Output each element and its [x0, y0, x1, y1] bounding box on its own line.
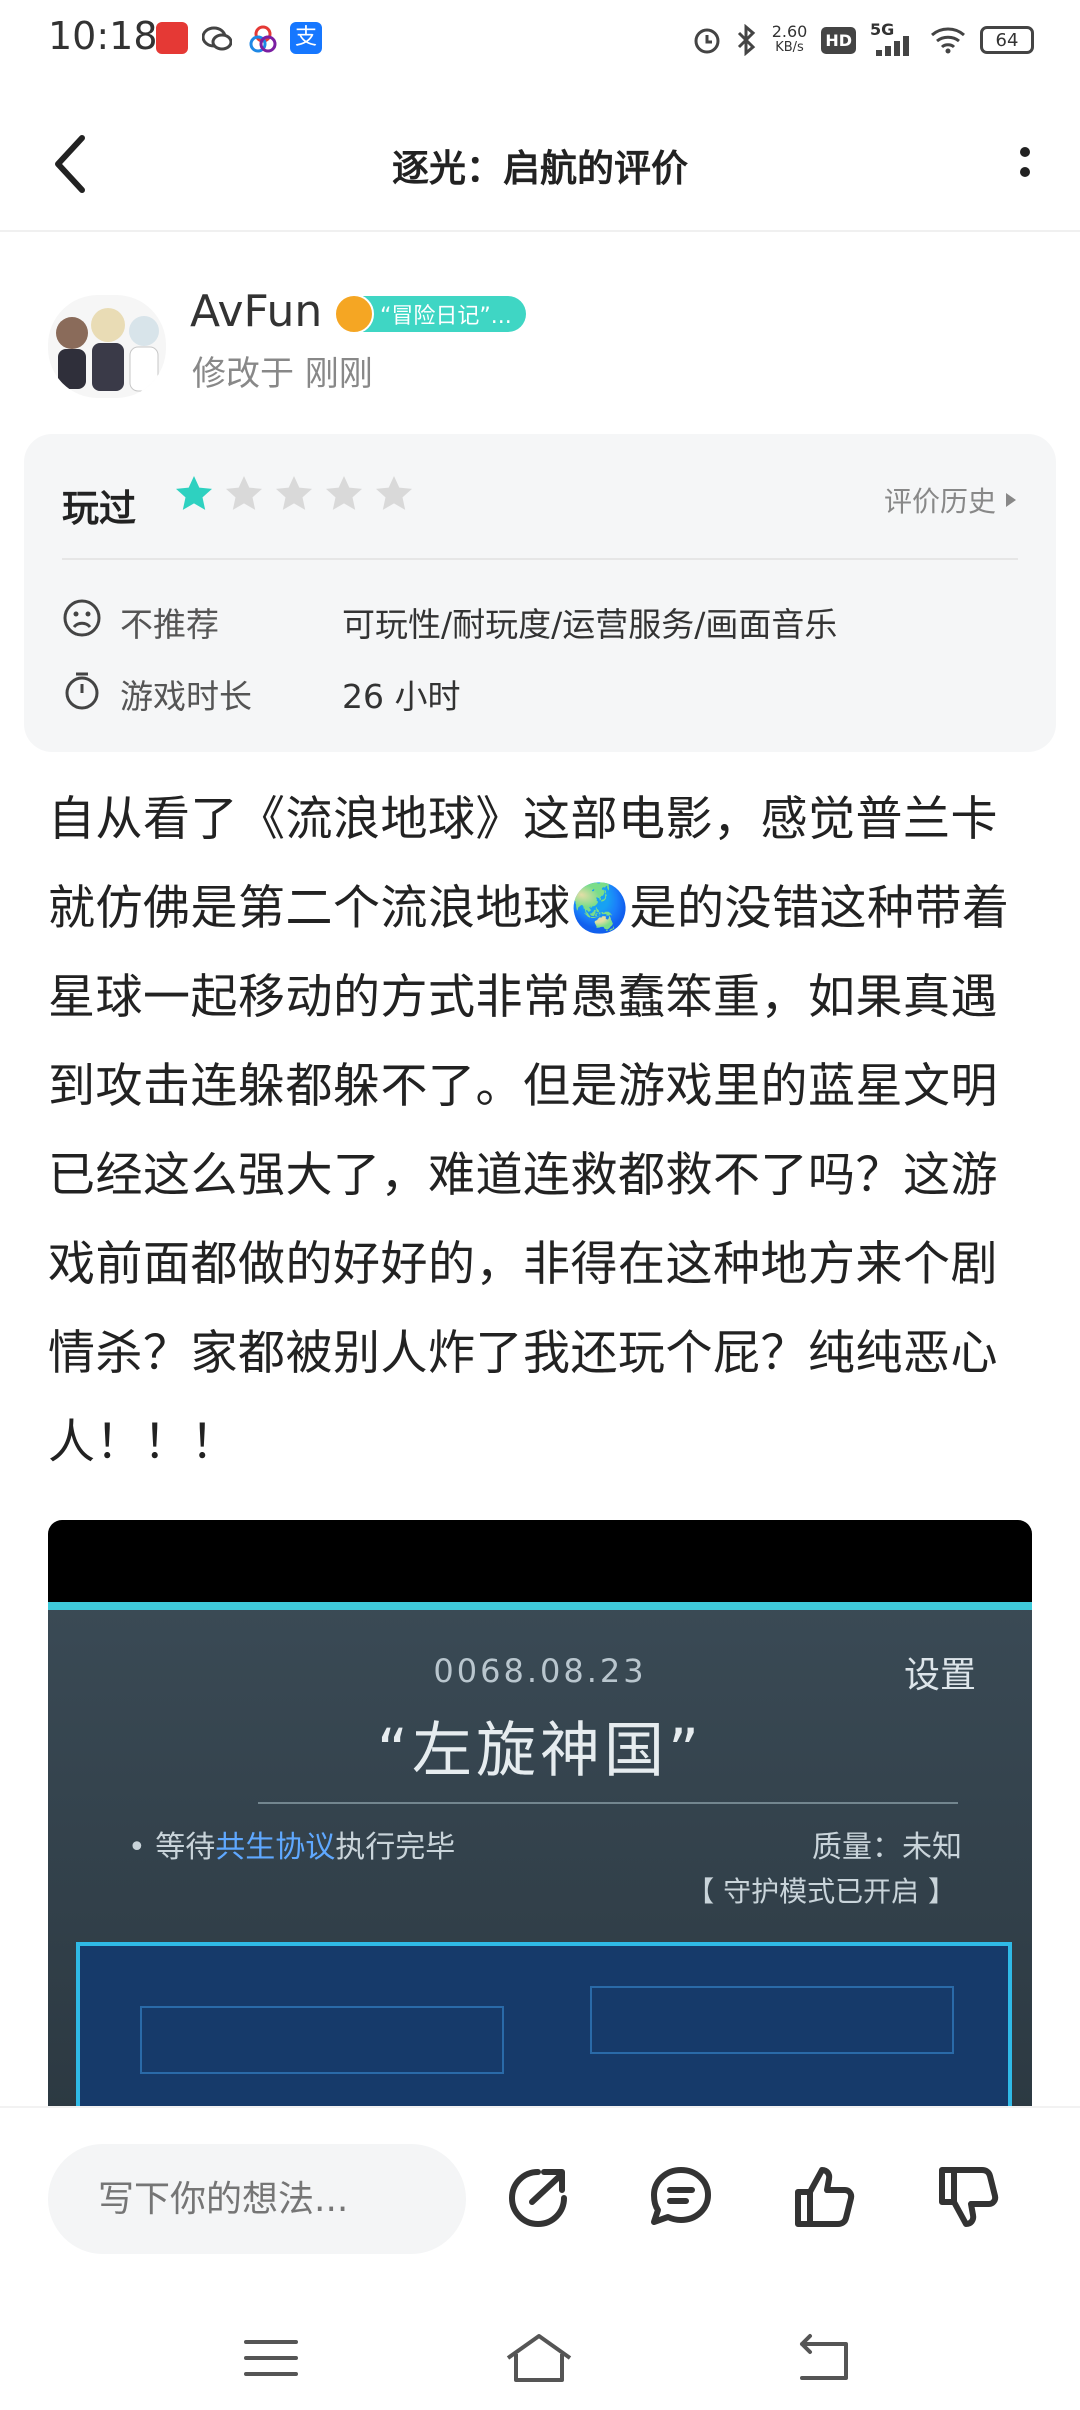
playtime-label: 游戏时长 — [120, 677, 252, 716]
battery-icon: 64 — [980, 26, 1034, 54]
comment-icon — [651, 2167, 711, 2225]
back-arrow-icon — [800, 2334, 848, 2380]
badge-label: “冒险日记”... — [380, 304, 512, 329]
page-title: 逐光：启航的评价 — [392, 147, 688, 190]
share-button[interactable] — [504, 2162, 574, 2232]
system-nav-bar — [0, 2304, 1080, 2404]
rating-card: 玩过 评价历史 不推荐 可玩性/耐玩度/运营服务/画面音乐 游戏时长 26 小时 — [24, 434, 1056, 752]
alarm-icon — [694, 28, 720, 54]
top-nav-bar: 逐光：启航的评价 — [0, 100, 1080, 232]
author-name[interactable]: AvFun — [190, 286, 322, 337]
star-empty-icon — [276, 476, 312, 510]
rating-history-label: 评价历史 — [883, 485, 996, 518]
status-bar: 10:18 支 2.60 KB/s HD 5G 64 — [0, 0, 1080, 80]
alipay-icon: 支 — [290, 22, 322, 54]
game-settings-label: 设置 — [903, 1655, 976, 1696]
modified-time: 修改于 刚刚 — [192, 354, 373, 394]
bottom-action-bar — [0, 2106, 1080, 2410]
sad-face-icon — [63, 599, 101, 637]
more-vertical-icon — [1020, 147, 1030, 177]
author-avatar[interactable] — [48, 295, 166, 398]
star-empty-icon — [376, 476, 412, 510]
recent-apps-button[interactable] — [236, 2330, 306, 2386]
recommend-label: 不推荐 — [120, 605, 219, 644]
comment-input[interactable] — [48, 2144, 466, 2254]
menu-icon — [244, 2340, 298, 2376]
review-screenshot[interactable]: 0068.08.23 设置 “左旋神国” • 等待共生协议执行完毕 质量：未知 … — [48, 1520, 1032, 2110]
status-time: 10:18 — [48, 14, 158, 58]
thumbs-down-icon — [939, 2167, 999, 2227]
bluetooth-icon — [737, 24, 755, 56]
star-empty-icon — [326, 476, 362, 510]
signal-icon: 5G — [870, 20, 916, 56]
game-panel — [76, 1942, 1012, 2110]
star-rating — [174, 474, 414, 514]
triangle-right-icon — [1006, 493, 1016, 507]
game-screen: 0068.08.23 设置 “左旋神国” • 等待共生协议执行完毕 质量：未知 … — [48, 1602, 1032, 2110]
system-back-button[interactable] — [788, 2330, 858, 2386]
screen-divider — [258, 1802, 958, 1804]
game-date: 0068.08.23 — [433, 1652, 647, 1690]
home-button[interactable] — [504, 2330, 574, 2386]
recommend-reasons: 可玩性/耐玩度/运营服务/画面音乐 — [342, 605, 838, 644]
app-notification-icon — [156, 22, 188, 54]
played-label: 玩过 — [62, 487, 136, 530]
guard-mode-status: 【 守护模式已开启 】 — [686, 1875, 956, 1908]
app-icon — [248, 24, 278, 54]
dislike-button[interactable] — [934, 2162, 1004, 2232]
network-speed: 2.60 KB/s — [771, 22, 808, 56]
share-icon — [508, 2169, 567, 2228]
star-filled-icon — [176, 476, 212, 510]
thumbs-up-icon — [795, 2167, 855, 2227]
timer-icon — [65, 672, 99, 710]
author-badge[interactable]: “冒险日记”... — [334, 294, 526, 334]
home-icon — [506, 2334, 572, 2382]
more-options-button[interactable] — [1010, 130, 1040, 200]
hd-icon: HD — [821, 26, 856, 54]
playtime-value: 26 小时 — [342, 677, 461, 716]
screen-top-border — [48, 1602, 1032, 1610]
review-text: 自从看了《流浪地球》这部电影，感觉普兰卡就仿佛是第二个流浪地球🌏是的没错这种带着… — [48, 792, 1010, 1470]
wifi-icon — [931, 27, 965, 54]
comment-button[interactable] — [646, 2162, 716, 2232]
badge-icon — [334, 294, 374, 334]
card-divider — [62, 558, 1018, 560]
wait-status: • 等待共生协议执行完毕 — [128, 1830, 456, 1865]
like-button[interactable] — [790, 2162, 860, 2232]
star-empty-icon — [226, 476, 262, 510]
planet-name: “左旋神国” — [376, 1716, 704, 1786]
quality-status: 质量：未知 — [812, 1830, 962, 1865]
status-icons: 2.60 KB/s HD 5G 64 — [692, 18, 1034, 62]
wechat-icon — [201, 26, 233, 52]
rating-history-link[interactable]: 评价历史 — [884, 480, 1018, 520]
